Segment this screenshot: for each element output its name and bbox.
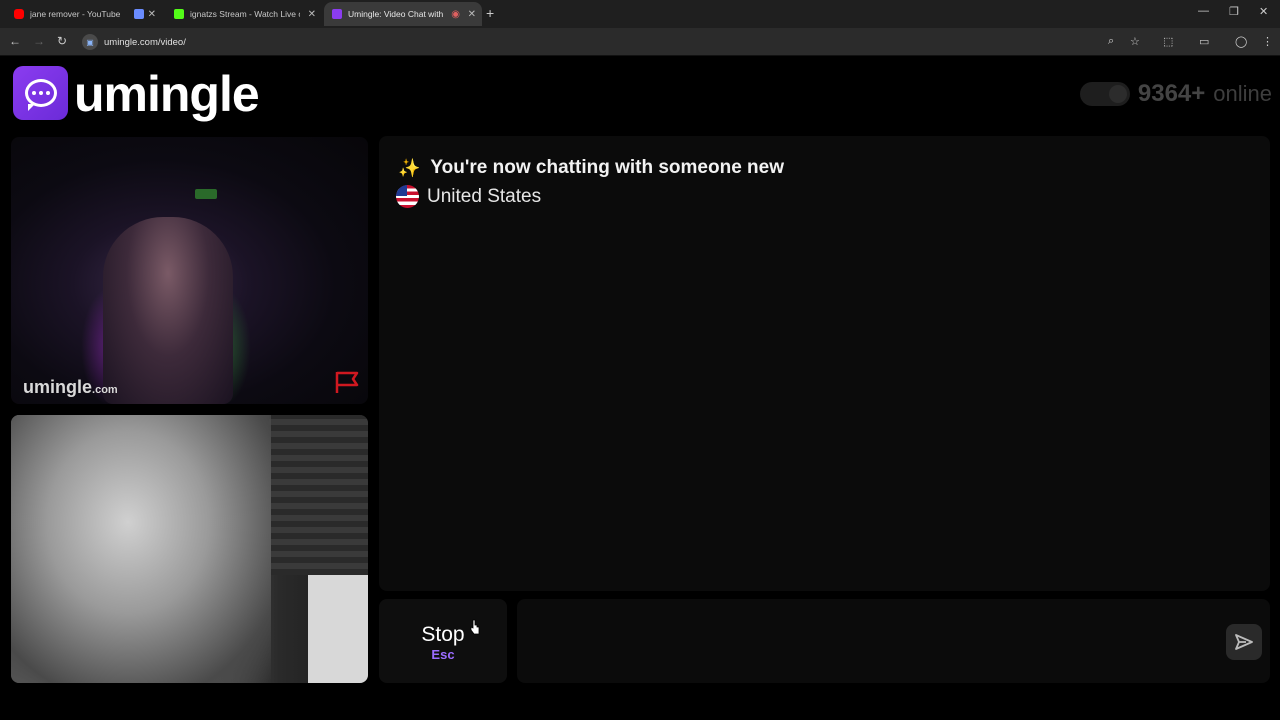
youtube-icon (14, 9, 24, 19)
country-row: United States (396, 185, 541, 208)
remote-video: umingle.com (11, 137, 368, 404)
hand-cursor-icon (470, 619, 480, 635)
stop-button[interactable]: Stop Esc (379, 599, 507, 683)
stop-label: Stop (421, 623, 465, 646)
site-info-icon[interactable]: ▣ (82, 34, 98, 50)
send-icon (1235, 634, 1253, 650)
reload-icon[interactable]: ↻ (57, 34, 67, 48)
zoom-icon[interactable]: ⌕ (1108, 35, 1114, 48)
close-window-icon[interactable]: ✕ (1259, 5, 1268, 18)
online-indicator: 9364+ online (1079, 80, 1272, 108)
url-text: umingle.com/video/ (104, 36, 186, 48)
tab-umingle[interactable]: Umingle: Video Chat with S ◉ ✕ (324, 2, 482, 26)
kick-icon (174, 9, 184, 19)
online-label: online (1213, 81, 1272, 106)
tab-title: jane remover - YouTube (30, 9, 121, 19)
sparkle-icon: ✨ (398, 157, 421, 178)
umingle-icon (332, 9, 342, 19)
self-person (11, 415, 271, 683)
logo-icon[interactable] (13, 66, 68, 120)
page: umingle 9364+ online umingle.com ✨ You'r… (0, 57, 1280, 720)
tab-strip: jane remover - YouTube ✕ ignatzs Stream … (0, 0, 1280, 28)
self-video (11, 415, 368, 683)
back-icon[interactable]: ← (9, 34, 21, 48)
message-input[interactable] (529, 619, 1209, 663)
shortcut-label: Esc (431, 647, 455, 662)
recording-icon: ◉ (451, 8, 460, 20)
background-sign (195, 189, 217, 199)
country-name: United States (427, 185, 542, 207)
extensions-icon[interactable]: ⬚ (1163, 35, 1173, 48)
forward-icon[interactable]: → (33, 34, 45, 48)
window-icon (134, 9, 144, 19)
chat-panel: ✨ You're now chatting with someone new U… (379, 136, 1270, 591)
tab-title: ignatzs Stream - Watch Live on (190, 9, 300, 19)
cast-icon[interactable]: ▭ (1199, 35, 1209, 48)
theme-toggle[interactable] (1079, 82, 1130, 106)
profile-icon[interactable]: ◯ (1235, 35, 1247, 48)
report-flag-icon[interactable] (333, 369, 361, 395)
address-bar[interactable]: ▣ umingle.com/video/ (82, 32, 1152, 52)
chat-bubble-icon (24, 79, 57, 111)
new-tab-button[interactable]: + (486, 5, 494, 21)
minimize-icon[interactable]: — (1198, 5, 1209, 17)
acoustic-foam (269, 415, 368, 575)
message-area (517, 599, 1270, 683)
restore-icon[interactable]: ❐ (1229, 5, 1239, 18)
menu-icon[interactable]: ⋮ (1262, 35, 1273, 48)
close-icon[interactable]: ✕ (468, 9, 476, 20)
tab-kick-stream[interactable]: ignatzs Stream - Watch Live on ✕ (166, 2, 322, 26)
tab-pinned[interactable] (126, 2, 160, 26)
close-icon[interactable]: ✕ (308, 9, 316, 20)
online-count: 9364+ (1137, 80, 1206, 107)
brand-name[interactable]: umingle (74, 65, 260, 123)
status-message: ✨ You're now chatting with someone new (398, 157, 784, 179)
background-box (308, 575, 368, 683)
send-button[interactable] (1226, 624, 1262, 660)
bookmark-star-icon[interactable]: ☆ (1130, 35, 1140, 48)
status-text: You're now chatting with someone new (430, 157, 784, 178)
address-toolbar: ← → ↻ ▣ umingle.com/video/ ⌕ ☆ ⬚ ▭ ◯ ⋮ (0, 28, 1280, 56)
us-flag-icon (396, 185, 419, 208)
video-watermark: umingle.com (23, 377, 118, 397)
tab-title: Umingle: Video Chat with S (348, 9, 446, 19)
remote-person (103, 217, 233, 404)
